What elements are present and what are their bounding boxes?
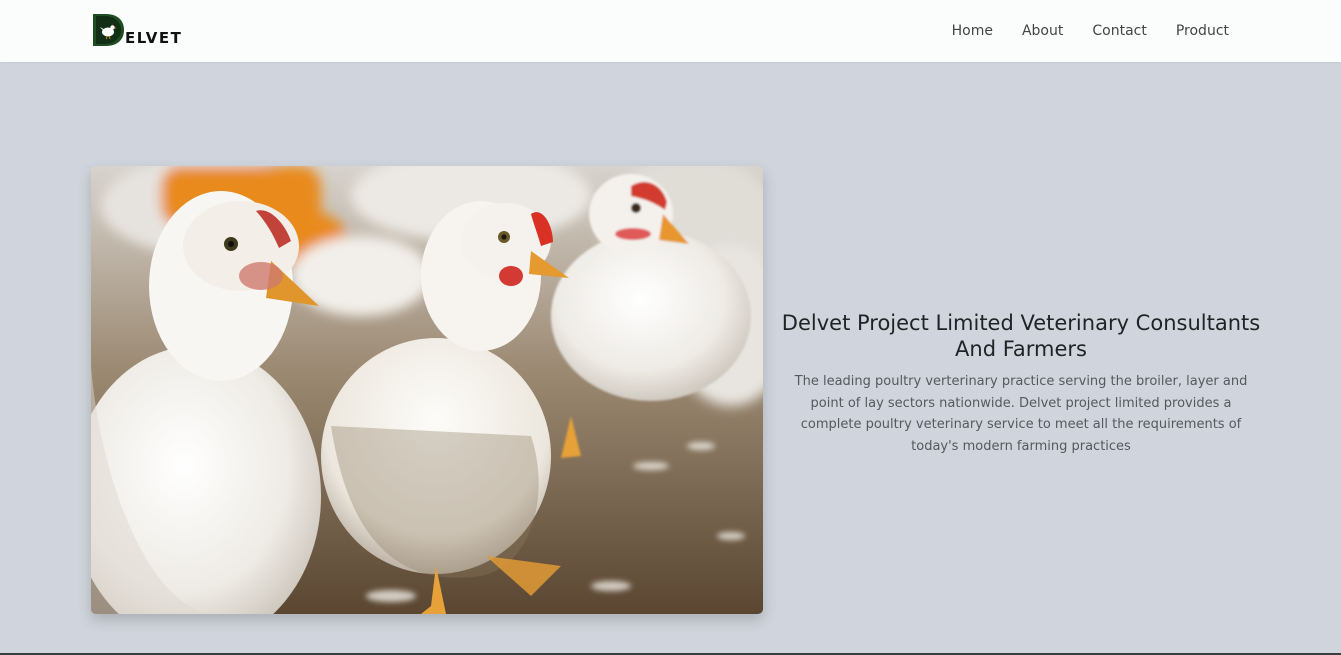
navbar: ELVET Home About Contact Product bbox=[0, 0, 1341, 62]
nav-link-home[interactable]: Home bbox=[952, 23, 993, 39]
nav-link-product[interactable]: Product bbox=[1176, 23, 1229, 39]
brand-logo[interactable]: ELVET bbox=[92, 11, 182, 47]
hero-description: The leading poultry verterinary practice… bbox=[794, 374, 1248, 454]
nav-link-contact[interactable]: Contact bbox=[1092, 23, 1146, 39]
hero-title: Delvet Project Limited Veterinary Consul… bbox=[781, 311, 1261, 361]
hero-chickens-photo bbox=[91, 166, 763, 614]
hero-text-block: Delvet Project Limited Veterinary Consul… bbox=[780, 310, 1262, 457]
nav-menu: Home About Contact Product bbox=[923, 0, 1229, 62]
logo-hen-icon bbox=[92, 13, 125, 47]
nav-link-about[interactable]: About bbox=[1022, 23, 1063, 39]
brand-name: ELVET bbox=[125, 29, 183, 47]
